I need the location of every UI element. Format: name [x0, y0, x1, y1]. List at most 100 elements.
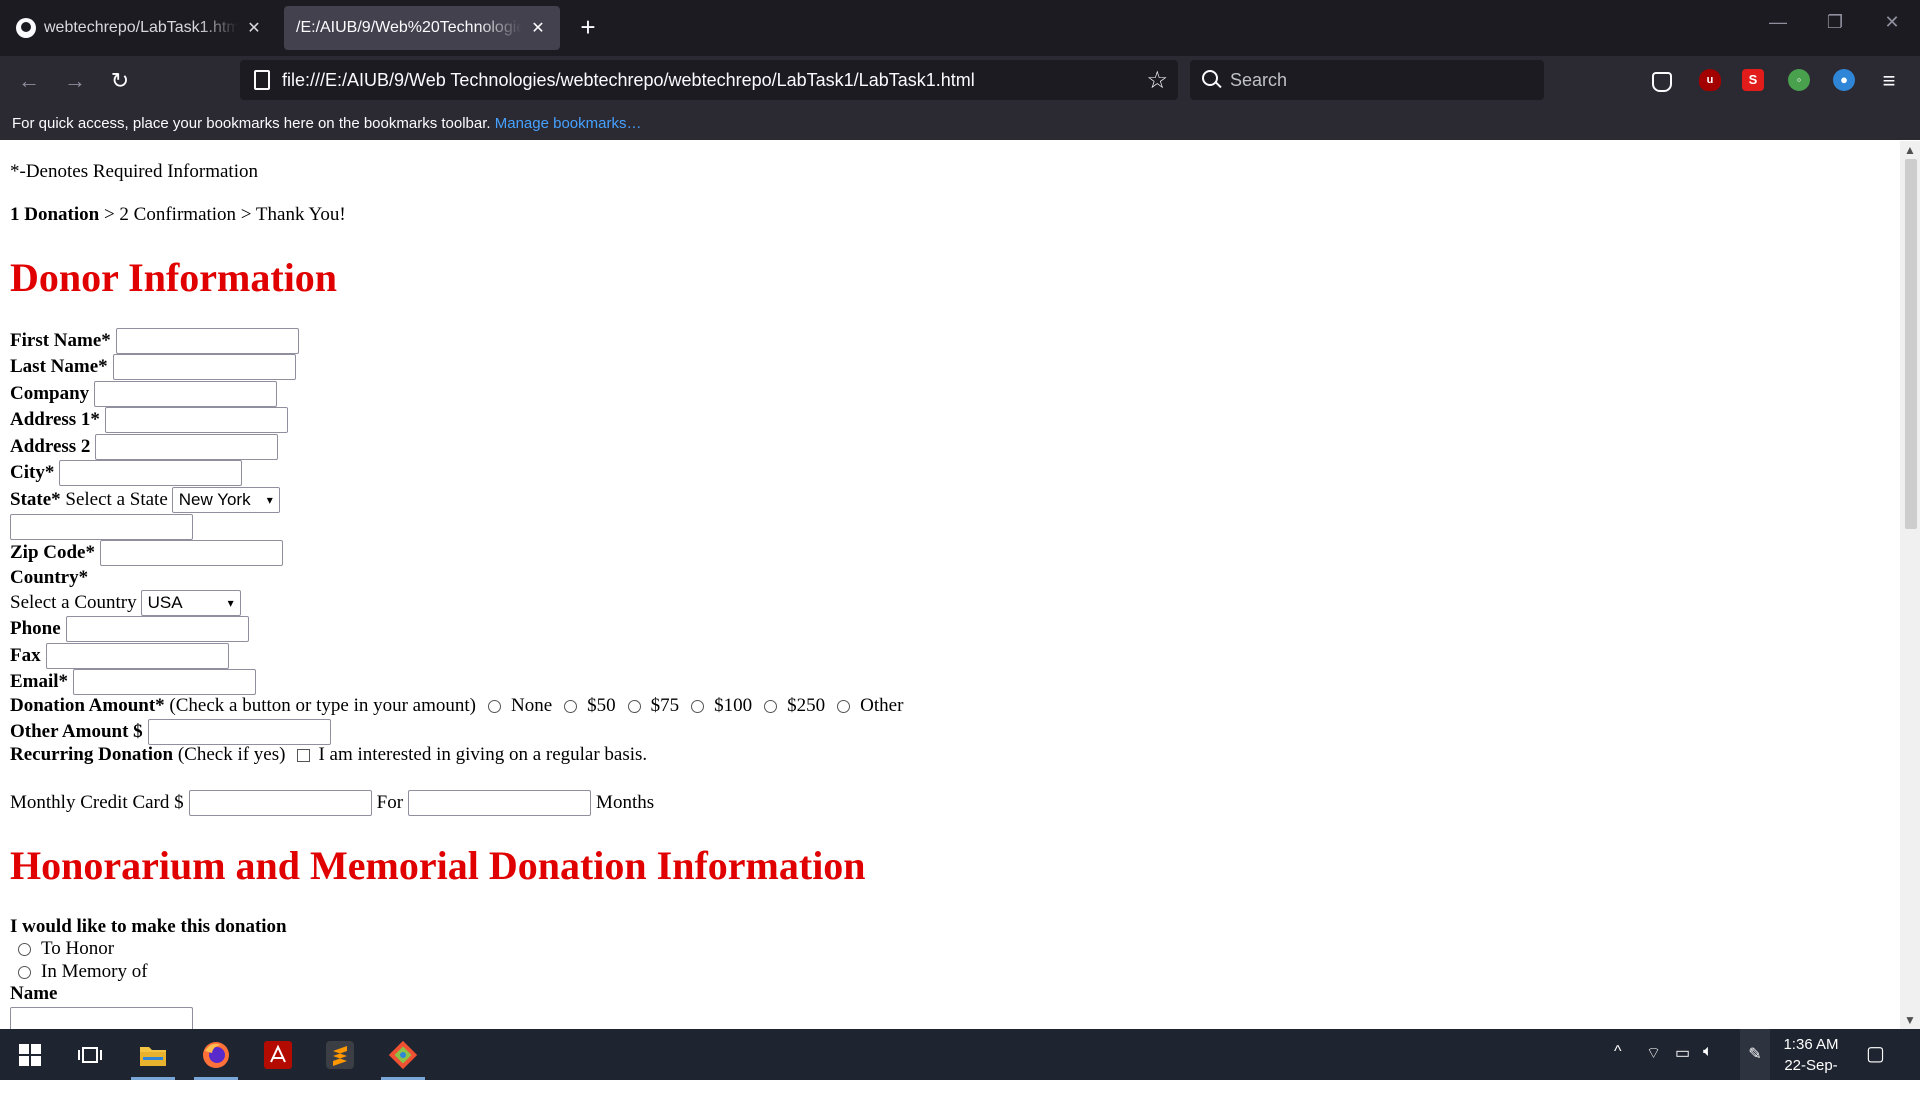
chevron-down-icon: ▾ [266, 493, 273, 507]
bookmarks-hint: For quick access, place your bookmarks h… [12, 115, 491, 132]
monthly-cc-label: Monthly Credit Card $ [10, 792, 184, 813]
email-field[interactable] [73, 669, 257, 695]
months-label: Months [596, 792, 655, 813]
radio-50[interactable] [564, 699, 578, 713]
radio-none[interactable] [488, 699, 501, 713]
tab-title: /E:/AIUB/9/Web%20Technologies/webtechrep… [296, 19, 522, 36]
fax-label: Fax [10, 645, 41, 666]
zip-field[interactable] [100, 540, 283, 566]
close-tab-icon[interactable]: ✕ [244, 18, 264, 38]
scroll-up-icon[interactable]: ▲ [1902, 143, 1918, 157]
minimize-button[interactable]: — [1758, 12, 1798, 33]
tab-github[interactable]: webtechrepo/LabTask1.html at main ✕ [4, 6, 276, 50]
company-label: Company [10, 383, 90, 404]
scroll-down-icon[interactable]: ▼ [1902, 1013, 1918, 1027]
honor-name-field[interactable] [10, 1007, 193, 1029]
url-bar[interactable]: file:///E:/AIUB/9/Web Technologies/webte… [240, 60, 1178, 100]
address1-field[interactable] [104, 407, 288, 433]
zip-label: Zip Code* [10, 542, 95, 563]
radio-250[interactable] [764, 699, 778, 713]
close-window-button[interactable]: ✕ [1872, 12, 1912, 33]
back-button[interactable]: ← [14, 66, 44, 96]
scrollbar-thumb[interactable] [1905, 159, 1917, 529]
radio-100[interactable] [691, 699, 705, 713]
pocket-icon[interactable] [1652, 72, 1672, 92]
new-tab-button[interactable]: + [576, 12, 600, 43]
other-amount-label: Other Amount $ [10, 721, 143, 742]
honor-heading: Honorarium and Memorial Donation Informa… [10, 843, 866, 888]
wifi-icon[interactable]: ⌔ [1646, 1043, 1661, 1063]
file-explorer-icon[interactable] [125, 1029, 181, 1080]
company-field[interactable] [94, 381, 278, 407]
country-hint: Select a Country [10, 592, 137, 613]
close-tab-icon[interactable]: ✕ [528, 18, 548, 38]
vertical-scrollbar[interactable]: ▲ ▼ [1900, 141, 1920, 1029]
forward-button[interactable]: → [60, 66, 90, 96]
radio-75[interactable] [627, 699, 641, 713]
state-other-field[interactable] [10, 514, 193, 540]
address2-label: Address 2 [10, 436, 91, 457]
first-name-label: First Name* [10, 330, 111, 351]
reload-button[interactable]: ↻ [105, 66, 135, 96]
menu-icon[interactable]: ≡ [1874, 66, 1904, 96]
last-name-label: Last Name* [10, 356, 108, 377]
notifications-icon[interactable]: ▢ [1866, 1041, 1885, 1066]
pen-icon[interactable]: ✎ [1740, 1029, 1770, 1080]
phone-field[interactable] [65, 616, 249, 642]
city-field[interactable] [59, 460, 243, 486]
bookmarks-toolbar: For quick access, place your bookmarks h… [0, 106, 1920, 140]
remaining-steps: > 2 Confirmation > Thank You! [99, 204, 346, 225]
option-none-label: None [511, 695, 553, 716]
tab-local-file[interactable]: /E:/AIUB/9/Web%20Technologies/webtechrep… [284, 6, 560, 50]
radio-other[interactable] [837, 699, 851, 713]
volume-icon[interactable]: 🔈︎ [1703, 1043, 1713, 1061]
sync-icon[interactable]: ◦ [1788, 69, 1810, 91]
monthly-cc-field[interactable] [188, 790, 372, 816]
in-memory-label: In Memory of [41, 961, 148, 982]
state-select[interactable]: New York ▾ [171, 487, 280, 513]
to-honor-label: To Honor [41, 938, 115, 959]
last-name-field[interactable] [112, 354, 296, 380]
recurring-checkbox[interactable] [297, 748, 311, 762]
s-extension-icon[interactable]: S [1742, 69, 1764, 91]
option-250-label: $250 [787, 695, 826, 716]
address2-field[interactable] [95, 434, 279, 460]
radio-to-honor[interactable] [18, 942, 31, 956]
state-hint: Select a State [60, 489, 168, 510]
ublock-icon[interactable]: u [1699, 69, 1721, 91]
recurring-label: Recurring Donation [10, 744, 174, 765]
chevron-up-icon[interactable]: ^ [1614, 1043, 1622, 1061]
battery-icon[interactable]: ▭ [1675, 1043, 1690, 1063]
search-input[interactable]: Search [1190, 60, 1544, 100]
months-field[interactable] [408, 790, 592, 816]
acrobat-icon[interactable] [250, 1029, 306, 1080]
donation-hint: (Check a button or type in your amount) [164, 695, 476, 716]
restore-button[interactable]: ❐ [1815, 12, 1855, 33]
first-name-field[interactable] [115, 328, 299, 354]
radio-in-memory[interactable] [18, 965, 31, 979]
country-select[interactable]: USA ▾ [140, 590, 241, 616]
clock-date: 22-Sep-21 [1784, 1057, 1838, 1095]
windows-start-icon[interactable] [2, 1029, 58, 1080]
for-label: For [376, 792, 404, 813]
donation-amount-row: Donation Amount* (Check a button or type… [10, 695, 903, 717]
tab-title: webtechrepo/LabTask1.html at main [44, 19, 238, 36]
country-selected: USA [147, 593, 183, 612]
fax-field[interactable] [45, 643, 229, 669]
other-amount-field[interactable] [147, 719, 331, 745]
clock[interactable]: 1:36 AM 22-Sep-21 [1776, 1034, 1846, 1097]
bookmark-star-icon[interactable]: ☆ [1146, 66, 1168, 95]
clock-time: 1:36 AM [1783, 1036, 1839, 1053]
donor-heading: Donor Information [10, 255, 338, 300]
account-icon[interactable]: ● [1833, 69, 1855, 91]
sublime-text-icon[interactable] [312, 1029, 368, 1080]
git-icon[interactable] [375, 1029, 431, 1080]
option-75-label: $75 [650, 695, 680, 716]
recurring-hint: (Check if yes) [173, 744, 286, 765]
task-view-icon[interactable] [62, 1029, 118, 1080]
option-50-label: $50 [587, 695, 616, 716]
city-label: City* [10, 462, 55, 483]
address1-label: Address 1* [10, 409, 100, 430]
manage-bookmarks-link[interactable]: Manage bookmarks… [495, 115, 642, 132]
firefox-icon[interactable] [188, 1029, 244, 1080]
